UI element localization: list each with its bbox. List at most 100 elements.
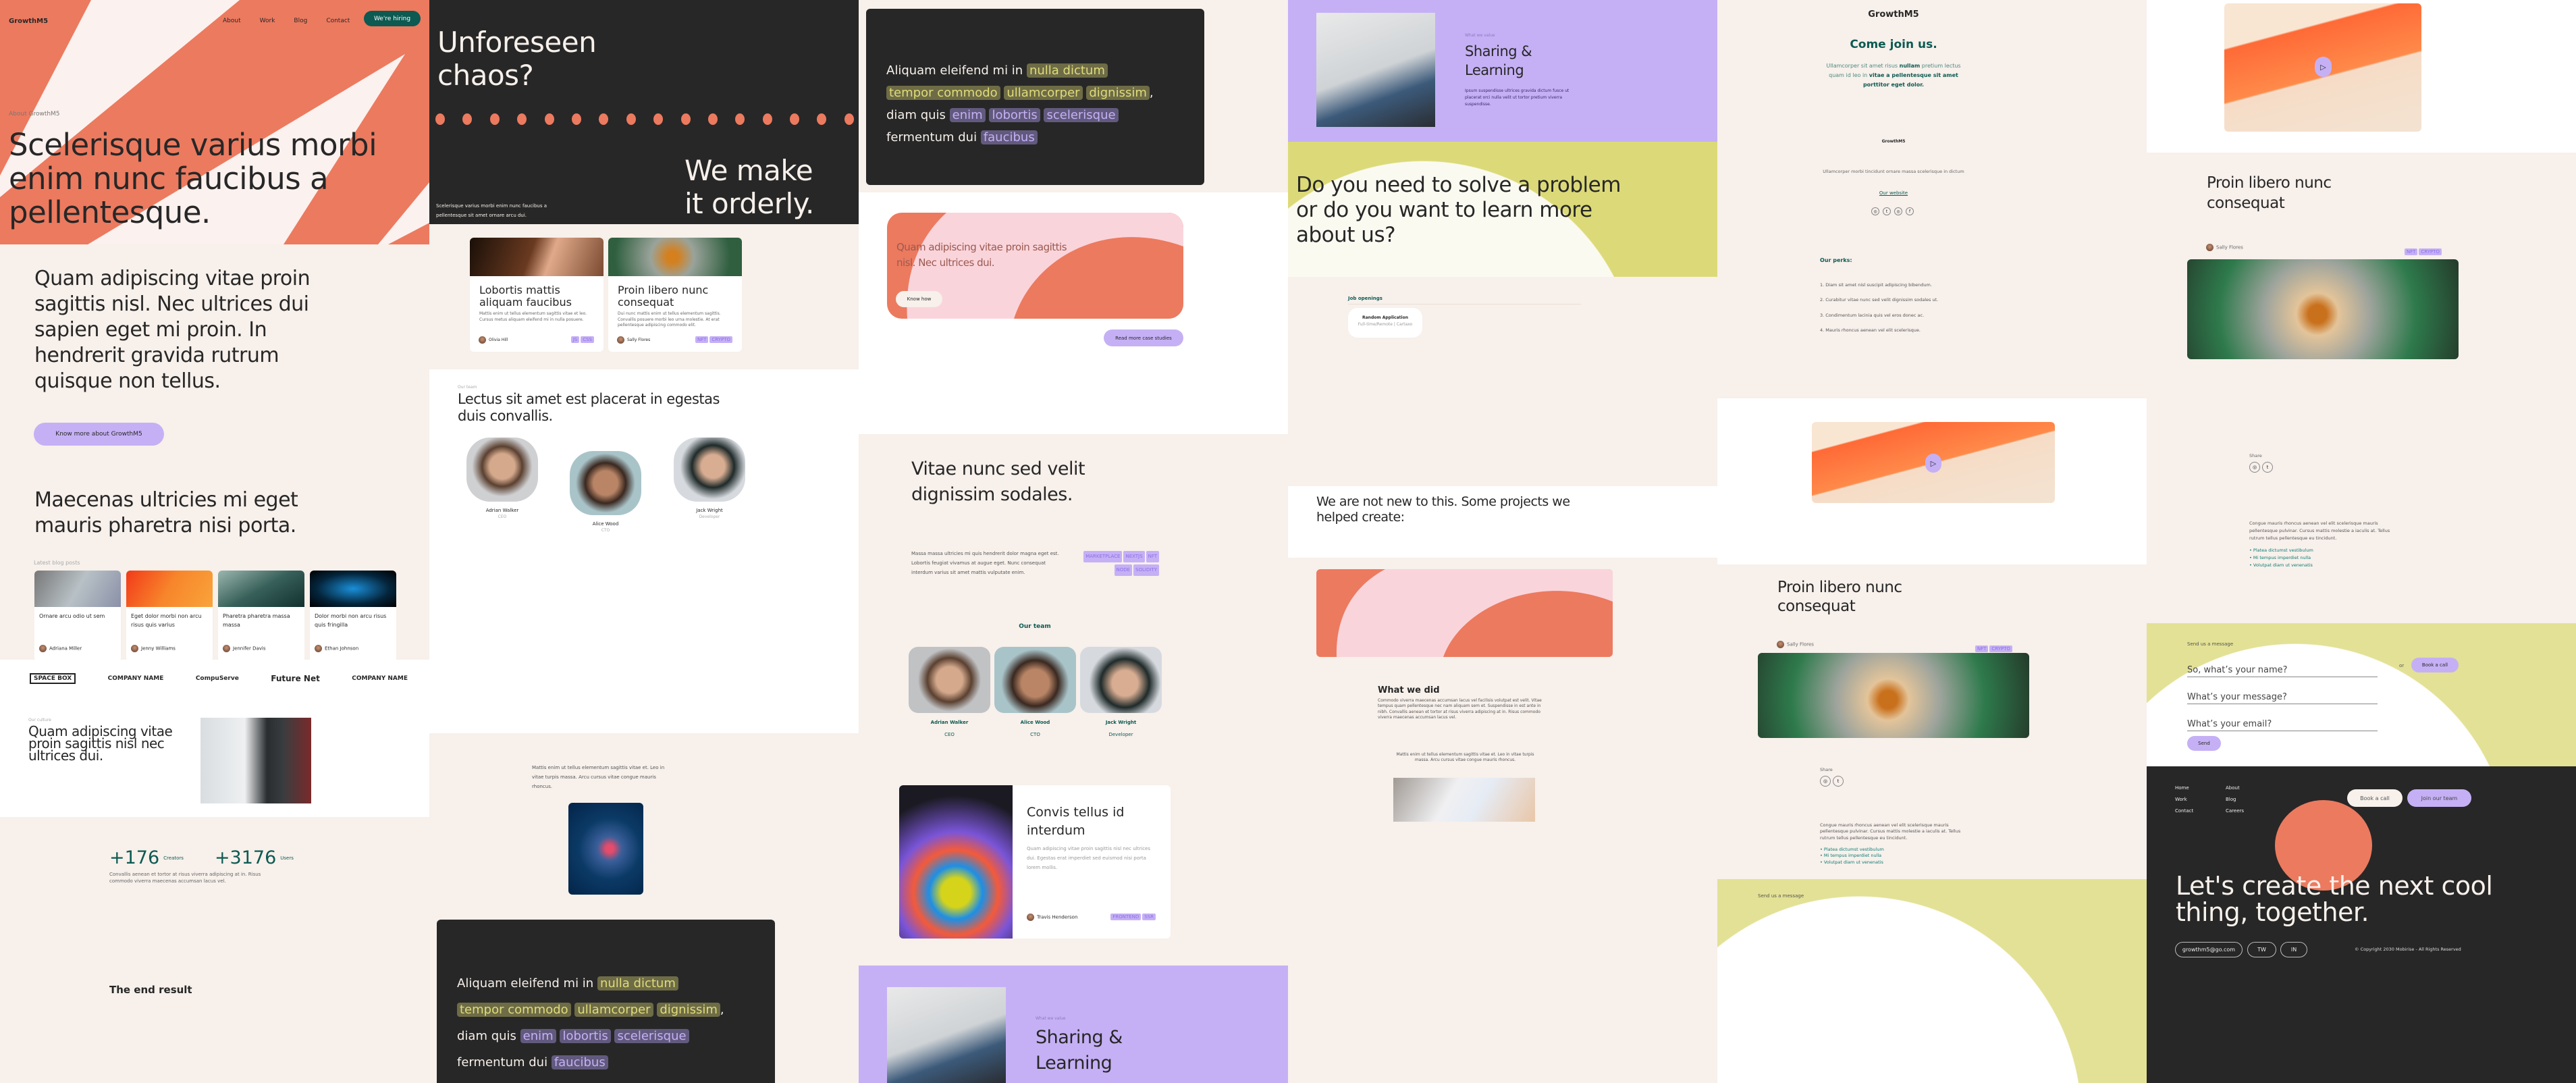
blog-card-author: Jennifer Davis: [218, 645, 304, 652]
office-photo: [1316, 13, 1435, 127]
message-input[interactable]: What’s your message?: [2187, 692, 2378, 704]
tag[interactable]: SSR: [1142, 914, 1156, 920]
tag[interactable]: CRYPTO: [1989, 645, 2013, 652]
play-button[interactable]: ▷: [2315, 57, 2332, 77]
tag[interactable]: CSS: [581, 336, 594, 343]
tag[interactable]: JS: [570, 336, 580, 343]
post-card[interactable]: Lobortis mattis aliquam faucibus Mattis …: [470, 238, 603, 352]
twitter-pill[interactable]: TW: [2247, 942, 2276, 957]
facebook-icon[interactable]: f: [1906, 207, 1914, 215]
footer-book-call-button[interactable]: Book a call: [2347, 789, 2403, 807]
email-input[interactable]: What’s your email?: [2187, 719, 2378, 731]
member-role: Developer: [1108, 732, 1133, 737]
author-name: Sally Flores: [627, 338, 651, 342]
tag[interactable]: FRONTEND: [1110, 914, 1142, 920]
post-card-image: [608, 238, 742, 276]
post-card-title: Lobortis mattis aliquam faucibus: [479, 284, 572, 309]
blog-card[interactable]: Dolor morbi non arcu risus quis fringill…: [310, 571, 396, 662]
blog-card[interactable]: Ornare arcu odio ut sem Adriana Miller: [34, 571, 121, 662]
nav-link-blog[interactable]: Blog: [294, 18, 307, 24]
blog-card-image: [218, 571, 304, 607]
instagram-icon[interactable]: ◎: [1894, 207, 1902, 215]
end-result-text: Convallis aenean et tortor at risus vive…: [109, 872, 261, 884]
tag[interactable]: NODE: [1114, 564, 1133, 576]
instagram-icon[interactable]: ◎: [1871, 207, 1879, 215]
know-more-button[interactable]: Know more about GrowthM5: [34, 423, 164, 446]
form-label: Send us a message: [2187, 641, 2234, 647]
bullet-text: Volutpat diam ut venenatis: [1823, 859, 1883, 865]
post-card[interactable]: Proin libero nunc consequat Dui nunc mat…: [608, 238, 742, 352]
values-title: Sharing & Learning: [1036, 1027, 1123, 1074]
footer-link-careers[interactable]: Careers: [2226, 808, 2276, 820]
footer-link-blog[interactable]: Blog: [2226, 797, 2276, 808]
author-name: Sally Flores: [2216, 244, 2243, 250]
footer-link-work[interactable]: Work: [2175, 797, 2226, 808]
bullet-item: • Platea dictumst vestibulum: [1820, 847, 1884, 852]
tag[interactable]: CRYPTO: [709, 336, 732, 343]
nav-link-about[interactable]: About: [223, 18, 241, 24]
twitter-icon[interactable]: t: [1883, 207, 1891, 215]
job-card[interactable]: Random Application Full-time/Remote | Ca…: [1348, 308, 1422, 338]
column-work: Aliquam eleifend mi in nulla dictum temp…: [859, 0, 1288, 1083]
author-avatar: [617, 336, 624, 344]
nav-link-work[interactable]: Work: [260, 18, 275, 24]
footer-link-home[interactable]: Home: [2175, 785, 2226, 797]
highlight: dignissim: [657, 1003, 720, 1017]
blog-card-author: Ethan Johnson: [310, 645, 396, 652]
twitter-icon[interactable]: t: [2262, 462, 2273, 473]
article-author: Sally Flores: [2206, 244, 2243, 251]
team-label: Our team: [458, 385, 477, 390]
blog-card-author: Adriana Miller: [34, 645, 121, 652]
blog-card-image: [34, 571, 121, 607]
blog-card[interactable]: Eget dolor morbi non arcu risus quis var…: [126, 571, 213, 662]
tag[interactable]: MARKETPLACE: [1083, 551, 1123, 562]
nav-link-contact[interactable]: Contact: [326, 18, 350, 24]
tag[interactable]: NFT: [1146, 551, 1159, 562]
intro-bold: vitae a pellentesque sit amet porttitor …: [1862, 72, 1958, 88]
tag[interactable]: NEXTJS: [1123, 551, 1145, 562]
instagram-icon[interactable]: ◎: [2249, 462, 2260, 473]
blog-card[interactable]: Pharetra pharetra massa massa Jennifer D…: [218, 571, 304, 662]
tag[interactable]: CRYPTO: [2419, 248, 2442, 255]
blog-card-title: Pharetra pharetra massa massa: [223, 613, 290, 628]
instagram-icon[interactable]: ◎: [1820, 776, 1831, 787]
tag[interactable]: NFT: [695, 336, 709, 343]
author-name: Adriana Miller: [49, 645, 82, 652]
post-card-horizontal[interactable]: Convis tellus id interdum Quam adipiscin…: [899, 785, 1171, 939]
post-card-footer: Olivia Hill JS CSS: [479, 336, 594, 344]
hero-title: Scelerisque varius morbi enim nunc fauci…: [9, 127, 377, 230]
tag[interactable]: NFT: [1975, 645, 1989, 652]
article-tags: NFT CRYPTO: [1974, 640, 2013, 653]
hiring-button[interactable]: We're hiring: [364, 11, 421, 26]
read-more-case-studies-button[interactable]: Read more case studies: [1104, 329, 1183, 346]
logo-spacebox: SPACE BOX: [30, 673, 76, 684]
footer-link-contact[interactable]: Contact: [2175, 808, 2226, 820]
book-call-button[interactable]: Book a call: [2411, 658, 2459, 672]
tag[interactable]: NFT: [2405, 248, 2418, 255]
author-avatar: [479, 336, 486, 344]
email-pill[interactable]: growthm5@go.com: [2175, 942, 2243, 957]
nav-links: About Work Blog Contact: [223, 18, 350, 24]
footer-link-about[interactable]: About: [2226, 785, 2276, 797]
team-photo-jack: [1080, 647, 1162, 713]
footer-desc: Ullamcorper morbi tincidunt ornare massa…: [1823, 169, 1964, 174]
team-photo-adrian: [909, 647, 990, 713]
name-input[interactable]: So, what’s your name?: [2187, 665, 2378, 677]
twitter-icon[interactable]: t: [1833, 776, 1844, 787]
tag[interactable]: SOLIDITY: [1133, 564, 1159, 576]
article-bullets: • Platea dictumst vestibulum • Mi tempus…: [2249, 547, 2313, 569]
team-photo-alice: [570, 451, 641, 515]
send-button[interactable]: Send: [2187, 736, 2221, 751]
blog-card-title: Eget dolor morbi non arcu risus quis var…: [131, 613, 202, 628]
nav-logo[interactable]: GrowthM5: [9, 18, 48, 25]
join-team-button[interactable]: Join our team: [2407, 789, 2471, 807]
article-text: Congue mauris rhoncus aenean vel elit sc…: [2249, 521, 2390, 541]
know-how-button[interactable]: Know how: [896, 291, 942, 307]
play-button[interactable]: ▷: [1925, 454, 1941, 473]
linkedin-pill[interactable]: IN: [2280, 942, 2307, 957]
website-link[interactable]: Our website: [1717, 190, 2070, 196]
member-name: Adrian Walker: [485, 508, 519, 513]
chaos-section: Unforeseen chaos? Scelerisque varius mor…: [429, 0, 859, 224]
blog-card-title: Dolor morbi non arcu risus quis fringill…: [315, 613, 387, 628]
email-logo: GrowthM5: [1868, 9, 1919, 20]
